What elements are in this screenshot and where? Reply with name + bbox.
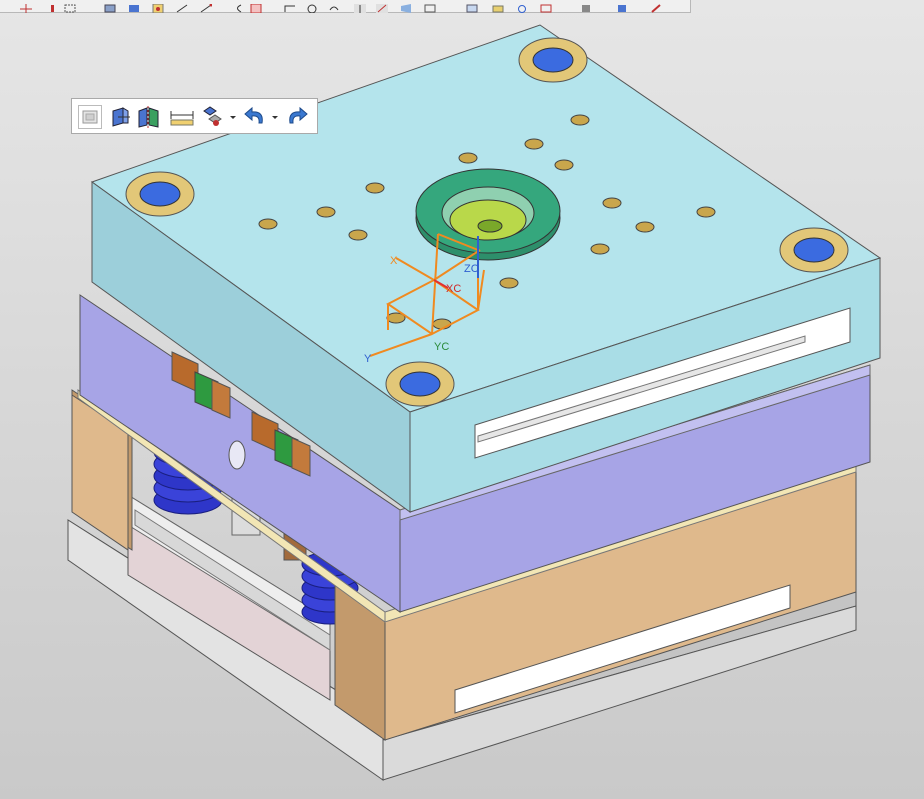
cube-blue-icon[interactable] xyxy=(616,0,628,12)
dropdown-icon-2[interactable] xyxy=(270,105,280,129)
pen-icon[interactable] xyxy=(650,0,662,13)
undo-curve-icon[interactable] xyxy=(328,0,340,11)
arrow-diag-icon[interactable] xyxy=(376,0,388,13)
redo-icon[interactable] xyxy=(284,105,310,129)
solid-icon[interactable] xyxy=(128,0,140,12)
mirror-icon[interactable] xyxy=(136,105,162,129)
csys-label-yc: YC xyxy=(434,341,449,353)
point-icon[interactable] xyxy=(48,0,60,12)
image-icon[interactable] xyxy=(540,0,552,13)
layer-icon[interactable] xyxy=(424,0,436,13)
undo-icon[interactable] xyxy=(242,105,268,129)
snap-icon[interactable] xyxy=(78,105,102,129)
refresh-icon[interactable] xyxy=(516,0,528,13)
guide-bushing-top xyxy=(518,37,588,83)
csys-label-x: X xyxy=(390,255,398,267)
curve-icon[interactable] xyxy=(200,0,213,13)
grid-icon[interactable] xyxy=(466,0,478,13)
measure-icon[interactable] xyxy=(168,105,196,129)
assembly-icon[interactable] xyxy=(200,105,226,129)
view-icon[interactable] xyxy=(400,0,412,13)
arc-icon[interactable] xyxy=(232,0,244,13)
extrude-icon[interactable] xyxy=(108,105,132,129)
clock-icon[interactable] xyxy=(306,0,318,14)
frame-icon[interactable] xyxy=(64,0,76,13)
guide-bushing-right xyxy=(779,227,849,273)
arrow-up-icon[interactable] xyxy=(354,0,366,13)
floating-toolbar xyxy=(71,98,318,134)
guide-bushing-front xyxy=(385,361,455,407)
sprue-bushing xyxy=(449,199,527,241)
render-mode-icon[interactable] xyxy=(152,0,164,14)
line-icon[interactable] xyxy=(176,0,188,13)
dropdown-icon[interactable] xyxy=(228,105,238,129)
csys-label-xc: XC xyxy=(446,283,461,295)
guide-bushing-left xyxy=(125,171,195,217)
csys-icon[interactable] xyxy=(20,0,32,13)
print-icon[interactable] xyxy=(492,0,504,13)
box-icon[interactable] xyxy=(104,0,116,13)
top-toolbar xyxy=(0,0,691,14)
csys-label-zc: ZC xyxy=(464,263,479,275)
cube-gray-icon[interactable] xyxy=(580,0,592,12)
edit-icon[interactable] xyxy=(250,0,262,14)
csys-label-y: Y xyxy=(364,353,372,365)
fillet-icon[interactable] xyxy=(284,0,296,12)
